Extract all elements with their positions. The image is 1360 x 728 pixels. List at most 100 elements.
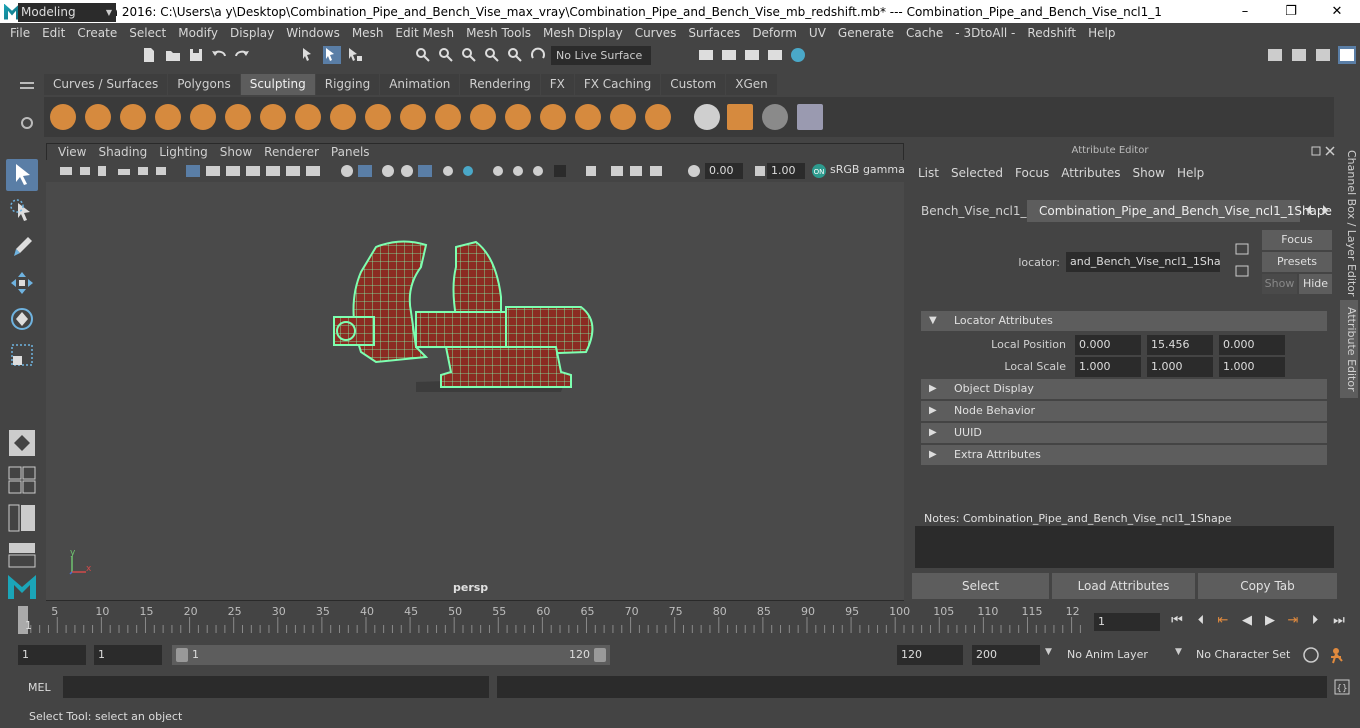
grab-tool-icon[interactable]	[155, 104, 181, 130]
tab-channel-box[interactable]: Channel Box / Layer Editor	[1340, 148, 1358, 298]
focus-button[interactable]: Focus	[1262, 230, 1332, 250]
select-button[interactable]: Select	[912, 573, 1049, 599]
wax-tool-icon[interactable]	[400, 104, 426, 130]
rotate-tool-button[interactable]	[6, 303, 38, 335]
redo-icon[interactable]	[233, 46, 251, 64]
lasso-tool-button[interactable]	[6, 195, 38, 227]
section-uuid[interactable]: ▶ UUID	[921, 423, 1327, 443]
snap-view-plane-icon[interactable]	[483, 46, 501, 64]
ae-menu-help[interactable]: Help	[1171, 166, 1210, 180]
animation-start-field[interactable]: 1	[18, 645, 86, 665]
menu-uv[interactable]: UV	[803, 26, 832, 40]
menu-display[interactable]: Display	[224, 26, 280, 40]
vp-menu-view[interactable]: View	[52, 145, 92, 159]
play-forwards-icon[interactable]: ▶	[1261, 613, 1279, 629]
menu-windows[interactable]: Windows	[280, 26, 346, 40]
imprint-tool-icon[interactable]	[365, 104, 391, 130]
menu-mesh-tools[interactable]: Mesh Tools	[460, 26, 537, 40]
render-frame-icon[interactable]	[720, 46, 738, 64]
hide-button[interactable]: Hide	[1299, 274, 1332, 294]
script-editor-icon[interactable]: {}	[1333, 678, 1351, 696]
snap-grid-icon[interactable]	[414, 46, 432, 64]
copy-tab-button[interactable]: Copy Tab	[1198, 573, 1337, 599]
spray-tool-icon[interactable]	[295, 104, 321, 130]
notes-field[interactable]	[915, 526, 1334, 568]
local-position-x[interactable]: 0.000	[1075, 335, 1141, 355]
local-scale-z[interactable]: 1.000	[1219, 357, 1285, 377]
show-button[interactable]: Show	[1262, 274, 1297, 294]
float-panel-icon[interactable]	[1311, 146, 1321, 156]
tab-curves-surfaces[interactable]: Curves / Surfaces	[44, 74, 168, 95]
animation-preferences-icon[interactable]	[1328, 645, 1350, 665]
hypershade-icon[interactable]	[789, 46, 807, 64]
tab-scroll-arrows-icon[interactable]	[1303, 204, 1333, 216]
input-connection-icon[interactable]	[1233, 243, 1251, 255]
vp-menu-renderer[interactable]: Renderer	[258, 145, 325, 159]
section-locator-attributes[interactable]: ▼ Locator Attributes	[921, 311, 1327, 331]
snap-point-icon[interactable]	[460, 46, 478, 64]
open-scene-icon[interactable]	[164, 46, 182, 64]
toggle-attribute-editor-icon[interactable]	[1290, 46, 1308, 64]
ae-menu-focus[interactable]: Focus	[1009, 166, 1055, 180]
four-view-layout-button[interactable]	[6, 465, 38, 495]
ae-menu-attributes[interactable]: Attributes	[1055, 166, 1126, 180]
repeat-tool-icon[interactable]	[330, 104, 356, 130]
tab-fx-caching[interactable]: FX Caching	[574, 74, 661, 95]
presets-button[interactable]: Presets	[1262, 252, 1332, 272]
outliner-layout-button[interactable]	[6, 503, 38, 533]
vp-menu-shading[interactable]: Shading	[92, 145, 153, 159]
foamy-tool-icon[interactable]	[260, 104, 286, 130]
range-end-handle[interactable]	[594, 648, 606, 662]
menu-edit-mesh[interactable]: Edit Mesh	[389, 26, 460, 40]
tab-animation[interactable]: Animation	[380, 74, 460, 95]
ae-menu-list[interactable]: List	[912, 166, 945, 180]
paint-select-tool-button[interactable]	[6, 231, 38, 263]
character-set-dropdown[interactable]: No Character Set	[1192, 645, 1292, 665]
ae-menu-selected[interactable]: Selected	[945, 166, 1009, 180]
select-tool-button[interactable]	[6, 159, 38, 191]
smear-tool-icon[interactable]	[540, 104, 566, 130]
view-transform-label[interactable]: sRGB gamma	[830, 163, 905, 176]
menu-mesh-display[interactable]: Mesh Display	[537, 26, 629, 40]
menu-select[interactable]: Select	[123, 26, 172, 40]
fill-tool-icon[interactable]	[470, 104, 496, 130]
command-language-label[interactable]: MEL	[28, 681, 51, 694]
anim-layer-arrow-icon[interactable]: ▼	[1045, 647, 1052, 657]
viewport-canvas[interactable]: y x	[46, 182, 904, 600]
local-scale-x[interactable]: 1.000	[1075, 357, 1141, 377]
tab-sculpting[interactable]: Sculpting	[240, 74, 315, 95]
ae-menu-show[interactable]: Show	[1127, 166, 1171, 180]
make-live-icon[interactable]	[529, 46, 547, 64]
sculpt-material-icon[interactable]	[762, 104, 788, 130]
workspace-icon[interactable]	[1266, 46, 1284, 64]
section-node-behavior[interactable]: ▶ Node Behavior	[921, 401, 1327, 421]
pinch-tool-icon[interactable]	[190, 104, 216, 130]
close-button[interactable]: ✕	[1314, 0, 1360, 23]
bulge-tool-icon[interactable]	[575, 104, 601, 130]
freeze-tool-icon[interactable]	[645, 104, 671, 130]
local-position-y[interactable]: 15.456	[1147, 335, 1213, 355]
menu-curves[interactable]: Curves	[629, 26, 683, 40]
step-forward-key-icon[interactable]: ⇥	[1284, 613, 1302, 629]
select-object-icon[interactable]	[323, 46, 341, 64]
scale-tool-button[interactable]	[6, 339, 38, 371]
knife-tool-icon[interactable]	[505, 104, 531, 130]
maya-logo-button[interactable]	[6, 571, 38, 601]
output-connection-icon[interactable]	[1233, 265, 1251, 277]
single-perspective-layout-button[interactable]	[6, 427, 38, 459]
tab-rigging[interactable]: Rigging	[315, 74, 380, 95]
tab-rendering[interactable]: Rendering	[460, 74, 540, 95]
local-position-z[interactable]: 0.000	[1219, 335, 1285, 355]
render-view-icon[interactable]	[697, 46, 715, 64]
tab-polygons[interactable]: Polygons	[168, 74, 240, 95]
undo-icon[interactable]	[210, 46, 228, 64]
relax-tool-icon[interactable]	[120, 104, 146, 130]
go-to-start-icon[interactable]: ⏮	[1168, 613, 1186, 629]
gamma-field[interactable]: 1.00	[767, 163, 805, 179]
local-scale-y[interactable]: 1.000	[1147, 357, 1213, 377]
command-input[interactable]	[63, 676, 489, 698]
load-attributes-button[interactable]: Load Attributes	[1052, 573, 1195, 599]
mode-selector[interactable]: Modeling	[18, 3, 116, 22]
viewport-toolbar-icons[interactable]	[58, 163, 708, 179]
range-slider[interactable]: 1 120	[172, 645, 610, 665]
